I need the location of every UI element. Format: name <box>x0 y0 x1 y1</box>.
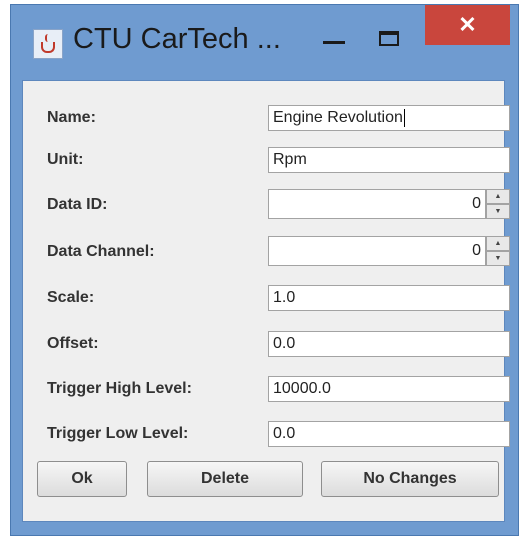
name-label: Name: <box>47 109 96 126</box>
title-bar[interactable]: CTU CarTech ... ✕ <box>11 5 518 81</box>
data-channel-field[interactable]: 0 <box>268 236 486 266</box>
arrow-up-icon[interactable]: ▲ <box>486 236 510 251</box>
trigger-high-label: Trigger High Level: <box>47 380 192 397</box>
window-title: CTU CarTech ... <box>73 23 281 55</box>
data-id-spinner[interactable]: 0 ▲ ▼ <box>268 189 510 219</box>
scale-label: Scale: <box>47 289 95 306</box>
arrow-down-icon[interactable]: ▼ <box>486 204 510 219</box>
delete-button[interactable]: Delete <box>147 461 303 497</box>
offset-label: Offset: <box>47 335 99 352</box>
close-icon[interactable]: ✕ <box>425 5 510 45</box>
offset-field[interactable]: 0.0 <box>268 331 510 357</box>
text-caret <box>403 108 405 127</box>
arrow-up-icon[interactable]: ▲ <box>486 189 510 204</box>
trigger-low-field[interactable]: 0.0 <box>268 421 510 447</box>
unit-label: Unit: <box>47 151 84 168</box>
trigger-high-field[interactable]: 10000.0 <box>268 376 510 402</box>
no-changes-button[interactable]: No Changes <box>321 461 499 497</box>
form-panel: Name: Engine Revolution Unit: Rpm Data I… <box>22 80 510 522</box>
data-channel-spinner[interactable]: 0 ▲ ▼ <box>268 236 510 266</box>
ok-button[interactable]: Ok <box>37 461 127 497</box>
java-cup-icon <box>33 29 63 59</box>
name-field[interactable]: Engine Revolution <box>268 105 510 131</box>
unit-field[interactable]: Rpm <box>268 147 510 173</box>
scale-field[interactable]: 1.0 <box>268 285 510 311</box>
data-id-label: Data ID: <box>47 196 108 213</box>
name-value: Engine Revolution <box>273 109 403 126</box>
trigger-low-label: Trigger Low Level: <box>47 425 189 442</box>
data-id-field[interactable]: 0 <box>268 189 486 219</box>
arrow-down-icon[interactable]: ▼ <box>486 251 510 266</box>
minimize-icon[interactable] <box>317 27 353 57</box>
maximize-icon[interactable] <box>371 25 407 55</box>
data-channel-label: Data Channel: <box>47 243 155 260</box>
